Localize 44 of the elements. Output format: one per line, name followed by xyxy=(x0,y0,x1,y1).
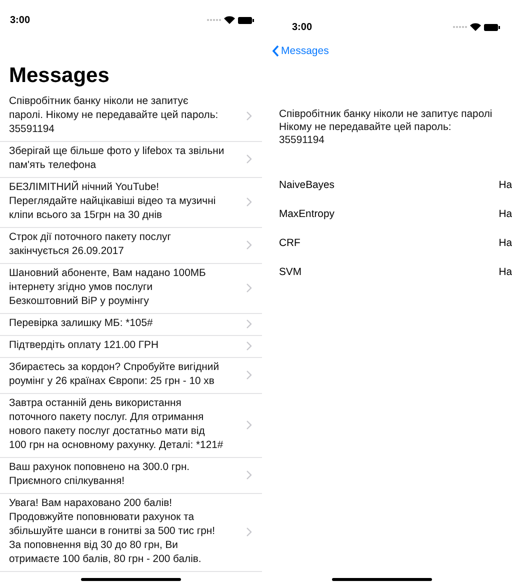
chevron-icon xyxy=(246,370,252,380)
chevron-icon xyxy=(246,111,252,121)
message-row[interactable]: Перевірка залишку МБ: *105# xyxy=(0,314,262,336)
classifier-label: CRF xyxy=(279,238,300,249)
message-text: Зберігай ще більше фото у lifebox та звільни пам'ять телефона xyxy=(9,145,224,173)
chevron-icon xyxy=(246,420,252,430)
classifier-result: На xyxy=(498,238,512,249)
chevron-icon xyxy=(246,470,252,480)
classifier-result: На xyxy=(498,209,512,220)
status-time: 3:00 xyxy=(10,14,30,26)
page-title: Messages xyxy=(9,64,110,88)
back-button[interactable]: Messages xyxy=(272,45,329,57)
message-text: Підтвердіть оплату 121.00 ГРН xyxy=(9,339,158,353)
message-row[interactable]: Підтвердіть оплату 121.00 ГРН xyxy=(0,336,262,358)
chevron-icon xyxy=(246,283,252,293)
message-text: Завтра останній день використання поточного пакету послуг. Для отримання нового пакету послуг достатньо мати від 100 грн на основному рахунку. Деталі: *121# xyxy=(9,397,224,453)
classifier-result: На xyxy=(498,267,512,278)
back-chevron-icon xyxy=(272,45,279,57)
wifi-icon xyxy=(224,16,235,24)
chevron-icon xyxy=(246,240,252,250)
message-text: Співробітник банку ніколи не запитує паролі. Нікому не передавайте цей пароль: 35591194 xyxy=(9,95,218,137)
message-text: Строк дії поточного пакету послуг закінчується 26.09.2017 xyxy=(9,231,172,259)
message-text: Шановний абоненте, Вам надано 100МБ інтернету згідно умов послуги Безкоштовний ВіР у роумінгу xyxy=(9,267,206,309)
message-text: Співробітник банку ніколи не запитує паролі Нікому не передавайте цей пароль: 35591194 xyxy=(279,108,494,147)
classifier-result: На xyxy=(498,180,512,191)
signal-dots-icon xyxy=(453,25,467,29)
chevron-icon xyxy=(246,341,252,351)
battery-icon xyxy=(238,16,254,24)
classifier-label: SVM xyxy=(279,267,302,278)
message-text: Увага! Вам нараховано 200 балів! Продовжуйте поповнювати рахунок та збільшуйте шанси в гонитві за 500 тис грн! За поповнення від 30 до 80 грн, Ви отримаєте 100 балів, 80 грн - 200 балів. xyxy=(9,497,216,567)
chevron-icon xyxy=(246,527,252,537)
signal-dots-icon xyxy=(207,18,221,22)
message-text: Ваш рахунок поповнено на 300.0 грн. Приємного спілкування! xyxy=(9,461,190,489)
chevron-icon xyxy=(246,154,252,164)
battery-icon xyxy=(484,24,500,30)
message-text: БЕЗЛІМІТНИЙ нічний YouTube! Переглядайте найцікавіші відео та музичні кліпи всього за 15грн на 30 днів xyxy=(9,181,216,223)
classifier-label: MaxEntropy xyxy=(279,209,334,220)
chevron-icon xyxy=(246,197,252,207)
wifi-icon xyxy=(470,23,481,31)
message-text: Збираєтесь за кордон? Спробуйте вигідний роумінг у 26 країнах Європи: 25 грн - 10 хв xyxy=(9,361,220,389)
status-time: 3:00 xyxy=(292,22,312,32)
classifier-label: NaiveBayes xyxy=(279,180,334,191)
message-text: Перевірка залишку МБ: *105# xyxy=(9,317,153,331)
chevron-icon xyxy=(246,319,252,329)
